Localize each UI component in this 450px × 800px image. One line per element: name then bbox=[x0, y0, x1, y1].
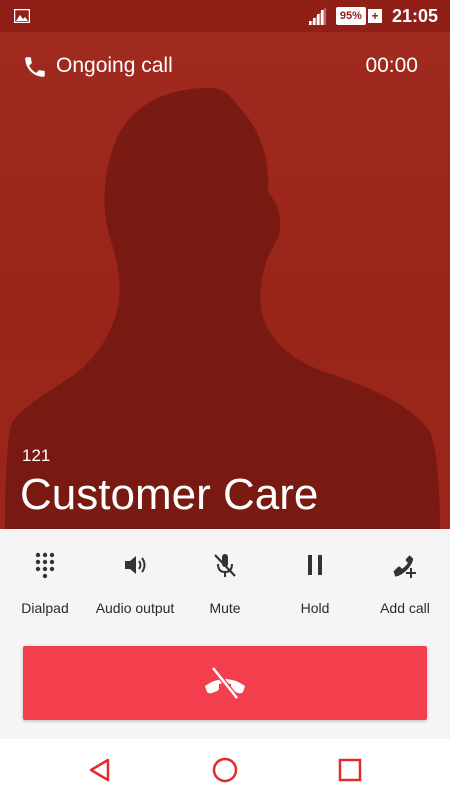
speaker-icon bbox=[125, 556, 146, 574]
end-call-button[interactable] bbox=[23, 646, 427, 720]
charging-indicator: + bbox=[367, 9, 382, 23]
back-icon[interactable] bbox=[86, 756, 114, 784]
mic-off-icon bbox=[214, 554, 236, 577]
caller-name: Customer Care bbox=[20, 470, 319, 519]
add-call-label: Add call bbox=[380, 600, 430, 616]
caller-hero: Ongoing call 00:00 121 Customer Care bbox=[0, 32, 450, 529]
end-call-icon bbox=[205, 666, 245, 700]
audio-output-button[interactable]: Audio output bbox=[90, 529, 180, 629]
hold-button[interactable]: Hold bbox=[270, 529, 360, 629]
call-header: Ongoing call 00:00 bbox=[0, 32, 450, 100]
signal-icon bbox=[307, 7, 326, 25]
phone-icon bbox=[25, 57, 45, 77]
call-timer: 00:00 bbox=[365, 54, 418, 77]
dialpad-button[interactable]: Dialpad bbox=[0, 529, 90, 629]
call-status: Ongoing call bbox=[56, 54, 173, 77]
status-time: 21:05 bbox=[391, 5, 438, 26]
status-bar: 95% + 21:05 bbox=[0, 0, 450, 32]
nav-bar bbox=[0, 739, 450, 800]
recents-icon[interactable] bbox=[336, 756, 364, 784]
contact-silhouette bbox=[5, 87, 440, 529]
battery-percent: 95% bbox=[335, 7, 366, 25]
caller-number: 121 bbox=[22, 446, 51, 465]
image-icon bbox=[14, 9, 30, 23]
dialpad-icon bbox=[35, 552, 55, 579]
pause-icon bbox=[308, 555, 322, 575]
add-call-button[interactable]: Add call bbox=[360, 529, 450, 629]
call-controls: Dialpad Audio output Mute Hold Add call bbox=[0, 529, 450, 739]
mute-button[interactable]: Mute bbox=[180, 529, 270, 629]
add-call-icon bbox=[393, 555, 416, 578]
battery-icon: 95% + bbox=[335, 7, 382, 25]
home-icon[interactable] bbox=[211, 756, 239, 784]
